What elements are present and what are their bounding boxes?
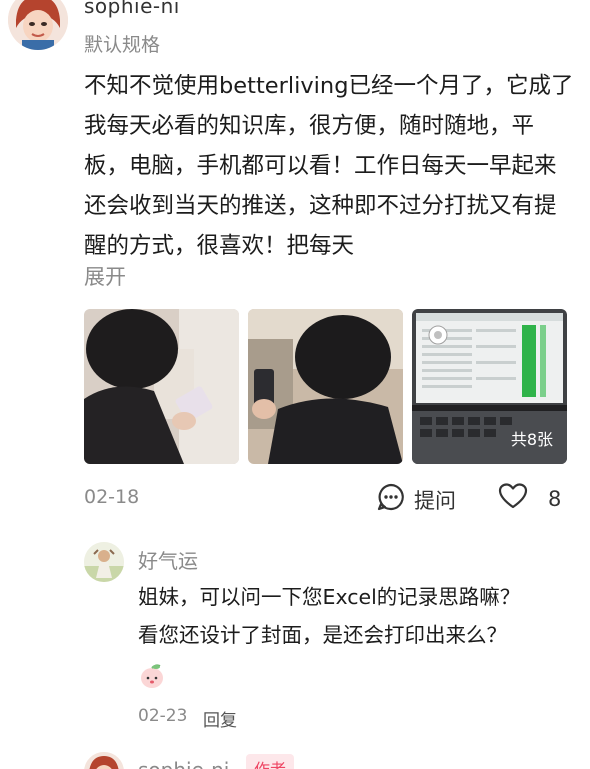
author-username[interactable]: sophie-ni bbox=[138, 758, 229, 769]
peach-emoji-icon bbox=[138, 662, 166, 690]
review-date: 02-18 bbox=[84, 486, 140, 508]
author-badge: 作者 bbox=[246, 754, 295, 769]
heart-icon bbox=[498, 482, 528, 515]
expand-link[interactable]: 展开 bbox=[84, 261, 126, 291]
like-count: 8 bbox=[548, 486, 562, 511]
reviewer-username[interactable]: sophie-ni bbox=[84, 0, 180, 18]
review-photo[interactable]: 共8张 bbox=[412, 309, 567, 464]
reply-line: 看您还设计了封面，是还会打印出来么？ bbox=[138, 623, 507, 647]
replier-avatar[interactable] bbox=[84, 542, 124, 582]
reply-text: 姐妹，可以问一下您Excel的记录思路嘛？ 看您还设计了封面，是还会打印出来么？ bbox=[138, 578, 578, 654]
question-bubble-icon bbox=[376, 482, 406, 517]
reply-line: 姐妹，可以问一下您Excel的记录思路嘛？ bbox=[138, 585, 521, 609]
photo-count-badge: 共8张 bbox=[510, 430, 553, 449]
user-avatar[interactable] bbox=[8, 0, 68, 50]
replier-username[interactable]: 好气运 bbox=[138, 545, 198, 574]
review-page: sophie-ni 默认规格 不知不觉使用betterliving已经一个月了，… bbox=[0, 0, 590, 769]
reply-button[interactable]: 回复 bbox=[203, 706, 237, 731]
like-button[interactable]: 8 bbox=[498, 482, 561, 515]
product-spec: 默认规格 bbox=[84, 34, 161, 56]
review-photo[interactable] bbox=[84, 309, 239, 464]
ask-label: 提问 bbox=[414, 488, 456, 513]
review-photo[interactable] bbox=[248, 309, 403, 464]
review-text: 不知不觉使用betterliving已经一个月了，它成了我每天必看的知识库，很方… bbox=[84, 73, 574, 259]
reply-date: 02-23 bbox=[138, 706, 188, 726]
review-photos: 共8张 bbox=[84, 309, 567, 464]
ask-button[interactable]: 提问 bbox=[376, 482, 456, 517]
author-avatar[interactable] bbox=[84, 752, 124, 769]
